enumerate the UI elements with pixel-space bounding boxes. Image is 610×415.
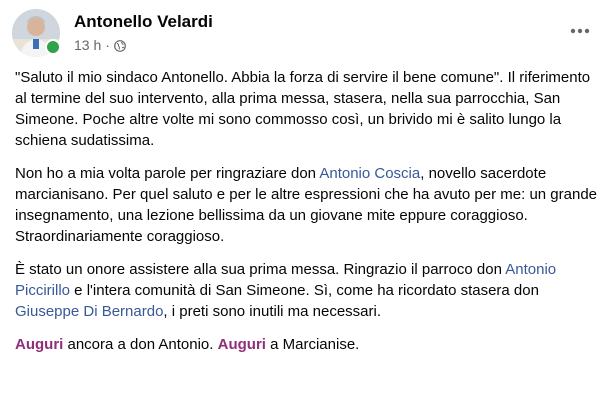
paragraph-2: Non ho a mia volta parole per ringraziar…	[15, 163, 600, 247]
post-time[interactable]: 13 h	[74, 37, 101, 53]
text-segment: È stato un onore assistere alla sua prim…	[15, 261, 506, 278]
hashtag-auguri[interactable]: Auguri	[218, 336, 266, 353]
post-header: Antonello Velardi 13 h ·	[12, 9, 598, 61]
text-segment: "Saluto il mio sindaco Antonello. Abbia …	[15, 69, 591, 149]
paragraph-1: "Saluto il mio sindaco Antonello. Abbia …	[15, 67, 600, 151]
online-status-dot	[45, 39, 61, 55]
post-meta: 13 h ·	[74, 37, 126, 53]
mention-giuseppe-di-bernardo[interactable]: Giuseppe Di Bernardo	[15, 303, 163, 320]
author-name[interactable]: Antonello Velardi	[74, 12, 213, 32]
paragraph-3: È stato un onore assistere alla sua prim…	[15, 259, 600, 322]
author-avatar[interactable]	[12, 9, 61, 57]
paragraph-4: Auguri ancora a don Antonio. Auguri a Ma…	[15, 334, 600, 355]
text-segment: Non ho a mia volta parole per ringraziar…	[15, 165, 320, 182]
globe-icon[interactable]	[114, 39, 126, 52]
more-options-button[interactable]	[562, 13, 598, 49]
text-segment: e l'intera comunità di San Simeone. Sì, …	[70, 282, 539, 299]
hashtag-auguri[interactable]: Auguri	[15, 336, 63, 353]
text-segment: , i preti sono inutili ma necessari.	[163, 303, 382, 320]
facebook-post: Antonello Velardi 13 h · "Saluto il mio …	[0, 0, 610, 415]
post-text: "Saluto il mio sindaco Antonello. Abbia …	[15, 67, 600, 367]
meta-separator: ·	[105, 37, 110, 53]
text-segment: a Marcianise.	[265, 336, 360, 353]
mention-antonio-coscia[interactable]: Antonio Coscia	[319, 165, 420, 182]
more-horizontal-icon	[570, 28, 590, 34]
text-segment: ancora a don Antonio.	[63, 336, 218, 353]
